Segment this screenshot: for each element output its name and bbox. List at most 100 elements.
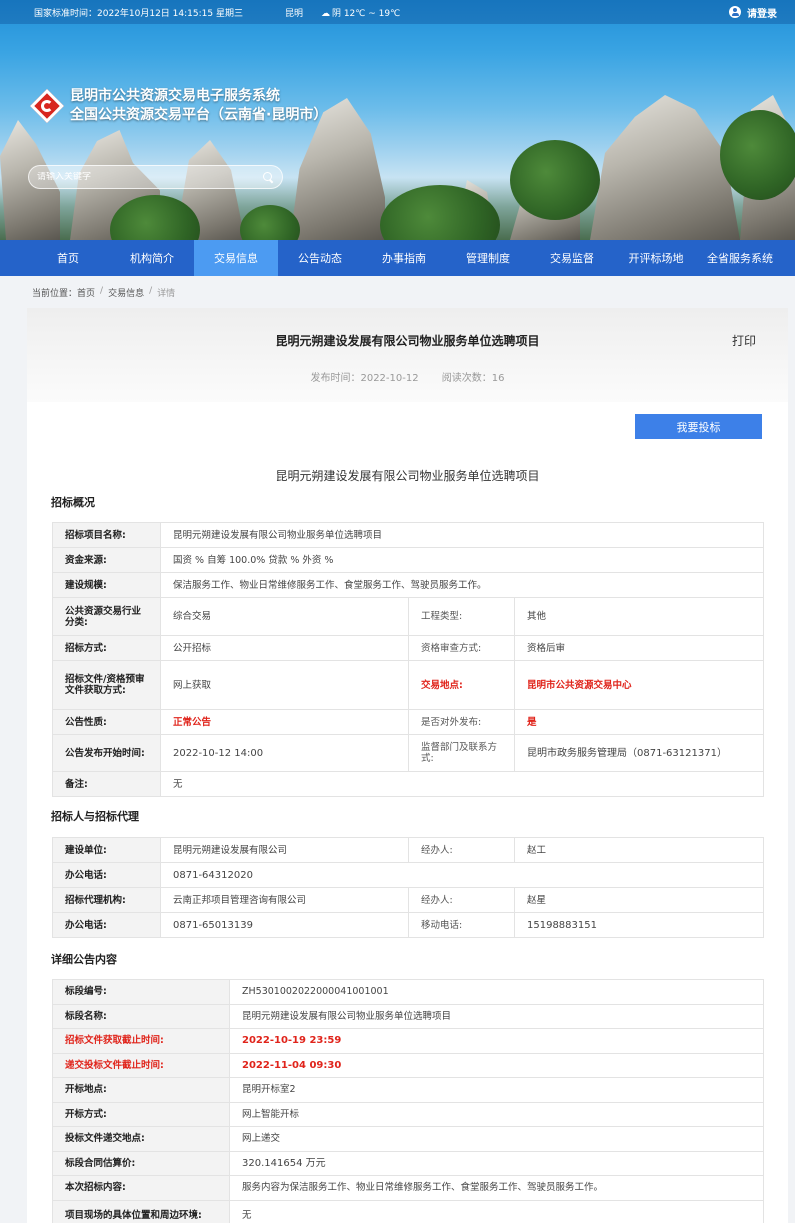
search-icon[interactable] <box>263 171 274 183</box>
table-row: 本次招标内容: 服务内容为保洁服务工作、物业日常维修服务工作、食堂服务工作、驾驶员… <box>52 1175 764 1201</box>
nav-item[interactable]: 管理制度 <box>446 240 530 276</box>
cell-value: 昆明市公共资源交易中心 <box>513 660 765 710</box>
cell-label: 招标代理机构: <box>52 887 161 913</box>
table-row: 公告性质: 正常公告 是否对外发布: 是 <box>52 709 765 735</box>
cell-label: 招标方式: <box>52 635 161 661</box>
cell-value: 网上智能开标 <box>229 1101 764 1127</box>
main-nav: 首页 机构简介 交易信息 公告动态 办事指南 管理制度 交易监督 开评标场地 全省服务系统 <box>0 240 795 276</box>
detail-header: 昆明元朔建设发展有限公司物业服务单位选聘项目 打印 发布时间：2022-10-1… <box>27 308 788 402</box>
cell-value: 无 <box>159 771 765 797</box>
cell-value: 0871-64312020 <box>160 862 764 888</box>
table-row: 项目现场的具体位置和周边环境: 无 <box>52 1199 764 1223</box>
tree-foliage <box>510 140 600 220</box>
cell-value: 15198883151 <box>514 912 764 938</box>
cell-label: 资金来源: <box>52 547 161 573</box>
nav-item[interactable]: 全省服务系统 <box>698 240 782 276</box>
nav-item[interactable]: 机构简介 <box>110 240 194 276</box>
cell-value: 网上递交 <box>229 1126 764 1152</box>
cell-value: 2022-10-12 14:00 <box>160 734 409 772</box>
nav-item[interactable]: 公告动态 <box>278 240 362 276</box>
overview-table: 招标项目名称: 昆明元朔建设发展有限公司物业服务单位选聘项目 资金来源: 国资 … <box>52 522 765 797</box>
cell-value: 赵星 <box>514 887 764 913</box>
breadcrumb-current: 详情 <box>157 289 176 299</box>
section-title-detail: 详细公告内容 <box>51 953 117 966</box>
cell-value: 320.141654 万元 <box>229 1150 764 1176</box>
site-logo[interactable]: 昆明市公共资源交易电子服务系统 全国公共资源交易平台（云南省·昆明市） <box>30 87 327 125</box>
nav-item[interactable]: 开评标场地 <box>614 240 698 276</box>
bid-button[interactable]: 我要投标 <box>635 414 762 439</box>
tree-foliage <box>720 110 795 200</box>
nav-item[interactable]: 首页 <box>26 240 110 276</box>
article-meta: 发布时间：2022-10-12 阅读次数：16 <box>27 369 788 384</box>
table-row: 招标项目名称: 昆明元朔建设发展有限公司物业服务单位选聘项目 <box>52 522 765 548</box>
table-row: 开标地点: 昆明开标室2 <box>52 1077 764 1103</box>
cell-label: 经办人: <box>408 887 515 913</box>
cell-value: 昆明市政务服务管理局（0871-63121371） <box>513 734 765 772</box>
table-row: 招标代理机构: 云南正邦项目管理咨询有限公司 经办人: 赵星 <box>52 887 764 913</box>
breadcrumb-separator: / <box>100 286 104 296</box>
table-row: 办公电话: 0871-64312020 <box>52 862 764 888</box>
cell-value: 昆明元朔建设发展有限公司 <box>160 837 409 863</box>
table-row: 公告发布开始时间: 2022-10-12 14:00 监督部门及联系方式: 昆明… <box>52 734 765 772</box>
cell-label: 移动电话: <box>408 912 515 938</box>
table-row: 招标文件获取截止时间: 2022-10-19 23:59 <box>52 1028 764 1054</box>
logo-emblem-icon <box>30 89 64 123</box>
login-link[interactable]: 请登录 <box>729 0 777 24</box>
table-row: 办公电话: 0871-65013139 移动电话: 15198883151 <box>52 912 764 938</box>
search-box <box>28 165 283 189</box>
table-row: 标段编号: ZH5301002022000041001001 <box>52 979 764 1005</box>
tree-foliage <box>240 205 300 240</box>
nav-item[interactable]: 办事指南 <box>362 240 446 276</box>
cell-value: 2022-11-04 09:30 <box>229 1052 764 1078</box>
site-name-line1: 昆明市公共资源交易电子服务系统 <box>70 88 280 104</box>
header-banner: 国家标准时间：2022年10月12日 14:15:15 星期三 昆明 ☁ 阴 12… <box>0 0 795 240</box>
table-row: 开标方式: 网上智能开标 <box>52 1101 764 1127</box>
print-button[interactable]: 打印 <box>732 332 756 349</box>
detail-table: 标段编号: ZH5301002022000041001001 标段名称: 昆明元朔建设… <box>52 979 764 1223</box>
cell-value: 综合交易 <box>160 597 409 636</box>
table-row: 招标方式: 公开招标 资格审查方式: 资格后审 <box>52 635 765 661</box>
cell-value: 0871-65013139 <box>160 912 409 938</box>
nav-item[interactable]: 交易信息 <box>194 240 278 276</box>
cell-label: 资格审查方式: <box>408 635 515 661</box>
cell-value: 服务内容为保洁服务工作、物业日常维修服务工作、食堂服务工作、驾驶员服务工作。 <box>229 1175 764 1201</box>
stone-forest-rock <box>590 95 740 240</box>
cell-label: 标段合同估算价: <box>52 1150 230 1176</box>
cell-value: 其他 <box>513 597 765 636</box>
cell-label: 招标文件获取截止时间: <box>52 1028 230 1054</box>
cell-label: 投标文件递交地点: <box>52 1126 230 1152</box>
cell-value: 正常公告 <box>160 709 409 735</box>
cell-label: 交易地点: <box>408 660 515 710</box>
cell-value: 公开招标 <box>160 635 409 661</box>
cell-value: 云南正邦项目管理咨询有限公司 <box>160 887 409 913</box>
nav-item[interactable]: 交易监督 <box>530 240 614 276</box>
cell-label: 是否对外发布: <box>408 709 515 735</box>
cell-label: 标段名称: <box>52 1003 230 1029</box>
table-row: 投标文件递交地点: 网上递交 <box>52 1126 764 1152</box>
table-row: 公共资源交易行业分类: 综合交易 工程类型: 其他 <box>52 597 765 636</box>
table-row: 招标文件/资格预审文件获取方式: 网上获取 交易地点: 昆明市公共资源交易中心 <box>52 660 765 710</box>
tenderer-table: 建设单位: 昆明元朔建设发展有限公司 经办人: 赵工 办公电话: 0871-64… <box>52 837 764 938</box>
user-icon <box>729 6 741 18</box>
cell-label: 建设单位: <box>52 837 161 863</box>
cell-value: 赵工 <box>514 837 764 863</box>
cell-label: 开标地点: <box>52 1077 230 1103</box>
table-row: 标段合同估算价: 320.141654 万元 <box>52 1150 764 1176</box>
cell-label: 监督部门及联系方式: <box>408 734 515 772</box>
cell-value: ZH5301002022000041001001 <box>229 979 764 1005</box>
cell-label: 递交投标文件截止时间: <box>52 1052 230 1078</box>
breadcrumb-label: 当前位置： <box>32 289 78 299</box>
cell-label: 办公电话: <box>52 862 161 888</box>
breadcrumb-section[interactable]: 交易信息 <box>108 286 144 299</box>
weather-info: ☁ 阴 12℃ ~ 19℃ <box>320 8 401 19</box>
table-row: 建设单位: 昆明元朔建设发展有限公司 经办人: 赵工 <box>52 837 764 863</box>
cell-value: 保洁服务工作、物业日常维修服务工作、食堂服务工作、驾驶员服务工作。 <box>159 572 765 598</box>
cell-label: 招标项目名称: <box>52 522 161 548</box>
breadcrumb-home[interactable]: 首页 <box>77 286 95 299</box>
publish-time: 发布时间：2022-10-12 <box>310 373 419 384</box>
cell-value: 国资 % 自筹 100.0% 贷款 % 外资 % <box>159 547 765 573</box>
search-input[interactable] <box>37 172 263 182</box>
cell-label: 建设规模: <box>52 572 161 598</box>
page-title: 昆明元朔建设发展有限公司物业服务单位选聘项目 <box>275 334 540 348</box>
cell-value: 昆明元朔建设发展有限公司物业服务单位选聘项目 <box>159 522 765 548</box>
